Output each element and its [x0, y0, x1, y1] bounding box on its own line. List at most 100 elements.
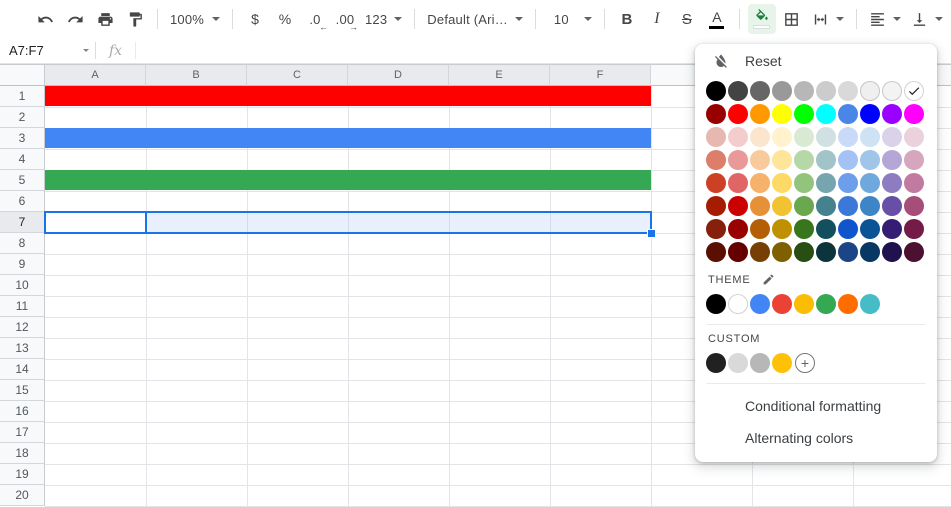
column-header-B[interactable]: B: [146, 64, 247, 86]
color-swatch-#a64d79[interactable]: [904, 196, 924, 216]
conditional-formatting-item[interactable]: Conditional formatting: [695, 390, 937, 422]
color-swatch-#134f5c[interactable]: [816, 219, 836, 239]
row-header-4[interactable]: 4: [0, 149, 45, 170]
row-header-3[interactable]: 3: [0, 128, 45, 149]
row-header-9[interactable]: 9: [0, 254, 45, 275]
color-swatch-#ff9900[interactable]: [750, 104, 770, 124]
decrease-decimal-button[interactable]: .0 ←: [301, 4, 329, 34]
more-formats-select[interactable]: 123: [361, 4, 406, 34]
row-header-16[interactable]: 16: [0, 401, 45, 422]
color-swatch-#0c343d[interactable]: [816, 242, 836, 262]
color-swatch-#d9ead3[interactable]: [794, 127, 814, 147]
theme-color-#4285f4[interactable]: [750, 294, 770, 314]
edit-theme-icon[interactable]: [762, 273, 775, 286]
row-header-2[interactable]: 2: [0, 107, 45, 128]
increase-decimal-button[interactable]: .00 →: [331, 4, 359, 34]
row-header-10[interactable]: 10: [0, 275, 45, 296]
custom-color-#212121[interactable]: [706, 353, 726, 373]
theme-color-#fbbc04[interactable]: [794, 294, 814, 314]
color-swatch-#cc4125[interactable]: [706, 173, 726, 193]
merge-cells-select[interactable]: [808, 4, 848, 34]
color-swatch-#ea9999[interactable]: [728, 150, 748, 170]
color-swatch-#990000[interactable]: [728, 219, 748, 239]
column-header-A[interactable]: A: [45, 64, 146, 86]
theme-color-#ffffff[interactable]: [728, 294, 748, 314]
color-swatch-#6d9eeb[interactable]: [838, 173, 858, 193]
color-swatch-#9900ff[interactable]: [882, 104, 902, 124]
column-header-D[interactable]: D: [348, 64, 449, 86]
theme-color-#ea4335[interactable]: [772, 294, 792, 314]
color-swatch-#d9d9d9[interactable]: [838, 81, 858, 101]
color-swatch-#b7b7b7[interactable]: [794, 81, 814, 101]
color-swatch-#4c1130[interactable]: [904, 242, 924, 262]
color-swatch-#1c4587[interactable]: [838, 242, 858, 262]
color-swatch-#783f04[interactable]: [750, 242, 770, 262]
color-swatch-#6fa8dc[interactable]: [860, 173, 880, 193]
horizontal-align-select[interactable]: [865, 4, 905, 34]
color-swatch-#1155cc[interactable]: [838, 219, 858, 239]
color-swatch-#00ffff[interactable]: [816, 104, 836, 124]
color-swatch-#073763[interactable]: [860, 242, 880, 262]
color-swatch-#999999[interactable]: [772, 81, 792, 101]
color-swatch-#ead1dc[interactable]: [904, 127, 924, 147]
color-swatch-#674ea7[interactable]: [882, 196, 902, 216]
color-swatch-#d9d2e9[interactable]: [882, 127, 902, 147]
reset-button[interactable]: Reset: [695, 48, 937, 74]
color-swatch-#ffff00[interactable]: [772, 104, 792, 124]
filled-row-3[interactable]: [45, 128, 651, 148]
color-swatch-#b45f06[interactable]: [750, 219, 770, 239]
theme-color-#46bdc6[interactable]: [860, 294, 880, 314]
color-swatch-#5b0f00[interactable]: [706, 242, 726, 262]
color-swatch-#274e13[interactable]: [794, 242, 814, 262]
color-swatch-#3c78d8[interactable]: [838, 196, 858, 216]
color-swatch-#efefef[interactable]: [860, 81, 880, 101]
color-swatch-#8e7cc3[interactable]: [882, 173, 902, 193]
color-swatch-#00ff00[interactable]: [794, 104, 814, 124]
currency-format-button[interactable]: $: [241, 4, 269, 34]
color-swatch-#f4cccc[interactable]: [728, 127, 748, 147]
color-swatch-#cfe2f3[interactable]: [860, 127, 880, 147]
theme-color-#34a853[interactable]: [816, 294, 836, 314]
row-header-15[interactable]: 15: [0, 380, 45, 401]
row-header-6[interactable]: 6: [0, 191, 45, 212]
color-swatch-#f1c232[interactable]: [772, 196, 792, 216]
strikethrough-button[interactable]: S: [673, 4, 701, 34]
italic-button[interactable]: I: [643, 4, 671, 34]
theme-color-#000000[interactable]: [706, 294, 726, 314]
color-swatch-#76a5af[interactable]: [816, 173, 836, 193]
color-swatch-#980000[interactable]: [706, 104, 726, 124]
color-swatch-#ffe599[interactable]: [772, 150, 792, 170]
color-swatch-#20124d[interactable]: [882, 242, 902, 262]
color-swatch-#4a86e8[interactable]: [838, 104, 858, 124]
column-header-C[interactable]: C: [247, 64, 348, 86]
column-header-E[interactable]: E: [449, 64, 550, 86]
alternating-colors-item[interactable]: Alternating colors: [695, 422, 937, 454]
row-header-8[interactable]: 8: [0, 233, 45, 254]
color-swatch-#6aa84f[interactable]: [794, 196, 814, 216]
font-size-select[interactable]: 10: [544, 4, 596, 34]
color-swatch-#bf9000[interactable]: [772, 219, 792, 239]
row-header-5[interactable]: 5: [0, 170, 45, 191]
color-swatch-#38761d[interactable]: [794, 219, 814, 239]
zoom-select[interactable]: 100%: [166, 4, 224, 34]
color-swatch-#93c47d[interactable]: [794, 173, 814, 193]
font-select[interactable]: Default (Ari…: [423, 4, 527, 34]
custom-color-#ffc107[interactable]: [772, 353, 792, 373]
color-swatch-#f6b26b[interactable]: [750, 173, 770, 193]
color-swatch-#f3f3f3[interactable]: [882, 81, 902, 101]
row-header-17[interactable]: 17: [0, 422, 45, 443]
color-swatch-#ff00ff[interactable]: [904, 104, 924, 124]
color-swatch-#a2c4c9[interactable]: [816, 150, 836, 170]
row-header-13[interactable]: 13: [0, 338, 45, 359]
name-box[interactable]: A7:F7: [0, 38, 95, 63]
fill-color-button[interactable]: [748, 4, 776, 34]
redo-button[interactable]: [61, 4, 89, 34]
color-swatch-#c9daf8[interactable]: [838, 127, 858, 147]
color-swatch-#3d85c6[interactable]: [860, 196, 880, 216]
theme-color-#ff6d01[interactable]: [838, 294, 858, 314]
color-swatch-#ff0000[interactable]: [728, 104, 748, 124]
color-swatch-#9fc5e8[interactable]: [860, 150, 880, 170]
color-swatch-#e06666[interactable]: [728, 173, 748, 193]
color-swatch-#0000ff[interactable]: [860, 104, 880, 124]
color-swatch-#fce5cd[interactable]: [750, 127, 770, 147]
